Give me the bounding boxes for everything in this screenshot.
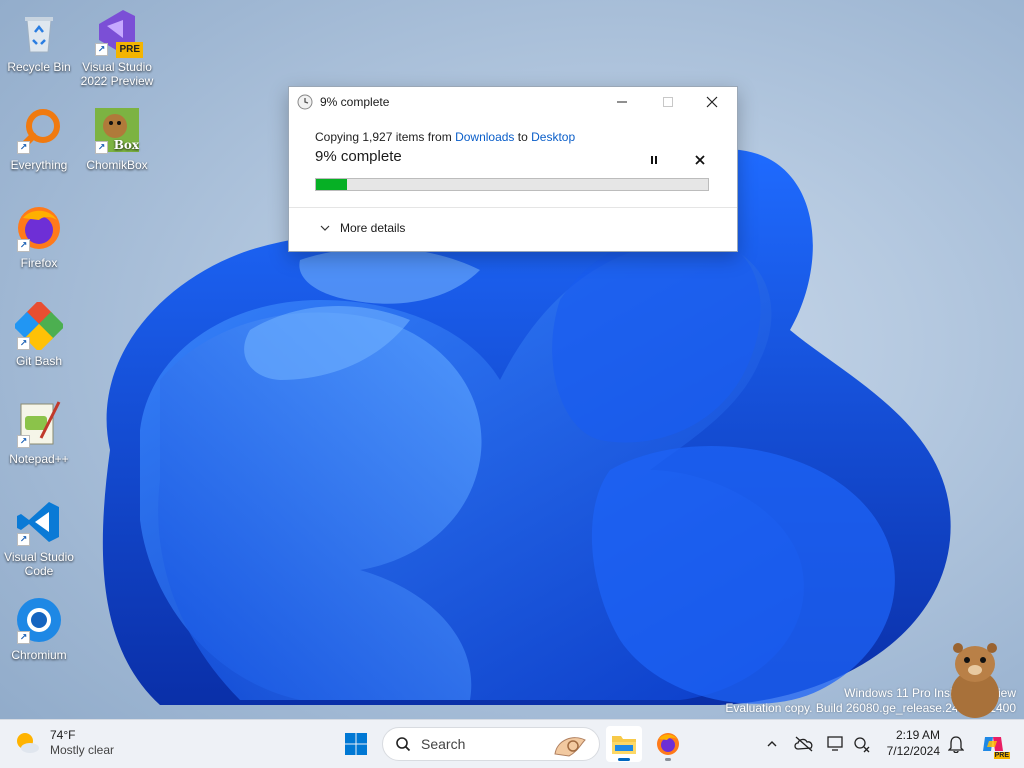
clock-date: 7/12/2024: [886, 744, 940, 758]
maximize-button[interactable]: [645, 87, 691, 117]
desktop-icon-vscode[interactable]: ↗ Visual Studio Code: [0, 498, 78, 578]
weather-widget[interactable]: 74°F Mostly clear: [14, 728, 114, 758]
show-hidden-icons-button[interactable]: [762, 734, 782, 754]
shortcut-arrow-icon: ↗: [17, 631, 30, 644]
close-icon: [695, 155, 705, 165]
desktop-icon-label: Recycle Bin: [7, 60, 71, 74]
windows-logo-icon: [345, 733, 367, 755]
chomikbox-icon: Box ↗: [93, 106, 141, 154]
folder-icon: [612, 736, 636, 754]
copy-info-mid: to: [514, 130, 532, 144]
desktop-icon-label: Git Bash: [15, 354, 63, 368]
desktop-icon-notepad-plus-plus[interactable]: ↗ Notepad++: [0, 400, 78, 466]
percent-complete-text: 9% complete: [315, 148, 402, 165]
copy-progress-bar: [315, 178, 709, 191]
hamster-mascot-icon: [951, 643, 999, 718]
running-indicator: [665, 758, 671, 761]
shortcut-arrow-icon: ↗: [95, 141, 108, 154]
pause-icon: [651, 156, 657, 164]
cancel-copy-button[interactable]: [690, 150, 710, 170]
chevron-up-icon: [767, 741, 777, 747]
copilot-button[interactable]: PRE: [980, 731, 1010, 759]
active-indicator: [618, 758, 630, 761]
shortcut-arrow-icon: ↗: [17, 435, 30, 448]
network-disconnected-icon: [854, 737, 870, 753]
taskbar: 74°F Mostly clear Search 2:19 AM 7/12/20…: [0, 719, 1024, 768]
display-button[interactable]: [826, 734, 846, 754]
destination-folder-link[interactable]: Desktop: [531, 130, 575, 144]
desktop-icon-firefox[interactable]: ↗ Firefox: [0, 204, 78, 270]
dialog-divider: [289, 207, 737, 208]
more-details-button[interactable]: More details: [319, 221, 405, 235]
cloud-offline-icon: [794, 736, 813, 752]
copy-progress-dialog[interactable]: 9% complete Copying 1,927 items from Dow…: [288, 86, 738, 252]
search-placeholder: Search: [421, 736, 466, 752]
shortcut-arrow-icon: ↗: [17, 141, 30, 154]
git-bash-icon: ↗: [12, 299, 66, 353]
sun-cloud-icon: [17, 733, 39, 753]
clock-icon: [297, 94, 313, 110]
copy-info-prefix: Copying 1,927 items from: [315, 130, 456, 144]
desktop-icon-label: Firefox: [20, 256, 58, 270]
shortcut-arrow-icon: ↗: [95, 43, 108, 56]
firefox-icon: ↗: [15, 204, 63, 252]
notepad-plus-plus-icon: ↗: [15, 400, 63, 448]
minimize-button[interactable]: [599, 87, 645, 117]
copilot-pre-badge: PRE: [993, 752, 1010, 759]
search-icon: [396, 737, 411, 752]
close-button[interactable]: [689, 87, 735, 117]
pre-badge: PRE: [116, 42, 143, 58]
source-folder-link[interactable]: Downloads: [455, 130, 514, 144]
desktop-icon-label: ChomikBox: [86, 158, 148, 172]
desktop-icon-label: Visual Studio 2022 Preview: [80, 60, 154, 88]
box-badge: Box: [113, 138, 139, 152]
clock[interactable]: 2:19 AM 7/12/2024: [887, 727, 940, 759]
taskbar-firefox[interactable]: [650, 726, 686, 762]
maximize-icon: [663, 97, 673, 107]
taskbar-file-explorer[interactable]: [606, 726, 642, 762]
chromium-icon: ↗: [15, 596, 63, 644]
more-details-label: More details: [340, 221, 406, 235]
notifications-button[interactable]: [946, 734, 966, 754]
desktop-icon-visual-studio-preview[interactable]: PRE ↗ Visual Studio 2022 Preview: [78, 8, 156, 88]
firefox-icon: [657, 733, 679, 755]
desktop-icon-label: Chromium: [11, 648, 67, 662]
clock-time: 2:19 AM: [895, 728, 940, 742]
network-button[interactable]: [852, 734, 872, 754]
desktop-icon-label: Notepad++: [9, 452, 69, 466]
weather-temp: 74°F: [50, 728, 76, 742]
weather-desc: Mostly clear: [50, 743, 115, 757]
taskbar-search-box[interactable]: Search: [382, 727, 600, 761]
onedrive-status-button[interactable]: [794, 734, 814, 754]
recycle-bin-icon: [15, 8, 63, 56]
desktop-icon-label: Everything: [10, 158, 68, 172]
monitor-icon: [827, 736, 843, 751]
close-icon: [706, 96, 718, 108]
vscode-icon: ↗: [15, 498, 63, 546]
shortcut-arrow-icon: ↗: [17, 337, 30, 350]
desktop-icon-chromium[interactable]: ↗ Chromium: [0, 596, 78, 662]
minimize-icon: [617, 101, 627, 103]
desktop-icon-label: Visual Studio Code: [4, 550, 74, 578]
dialog-title: 9% complete: [320, 95, 390, 109]
desktop-icon-recycle-bin[interactable]: Recycle Bin: [0, 8, 78, 74]
bell-icon: [948, 736, 964, 753]
shortcut-arrow-icon: ↗: [17, 533, 30, 546]
desktop-icon-everything[interactable]: ↗ Everything: [0, 106, 78, 172]
visual-studio-icon: PRE ↗: [93, 8, 143, 58]
progress-fill: [316, 179, 348, 190]
copy-info-text: Copying 1,927 items from Downloads to De…: [315, 130, 711, 144]
shortcut-arrow-icon: ↗: [17, 239, 30, 252]
dialog-titlebar[interactable]: 9% complete: [289, 87, 737, 117]
desktop-icon-git-bash[interactable]: ↗ Git Bash: [0, 299, 78, 368]
desktop-icon-chomikbox[interactable]: Box ↗ ChomikBox: [78, 106, 156, 172]
search-highlight-icon: [554, 737, 586, 757]
everything-search-icon: ↗: [15, 106, 63, 154]
pause-button[interactable]: [644, 150, 664, 170]
start-button[interactable]: [338, 726, 374, 762]
chevron-down-icon: [320, 225, 330, 231]
